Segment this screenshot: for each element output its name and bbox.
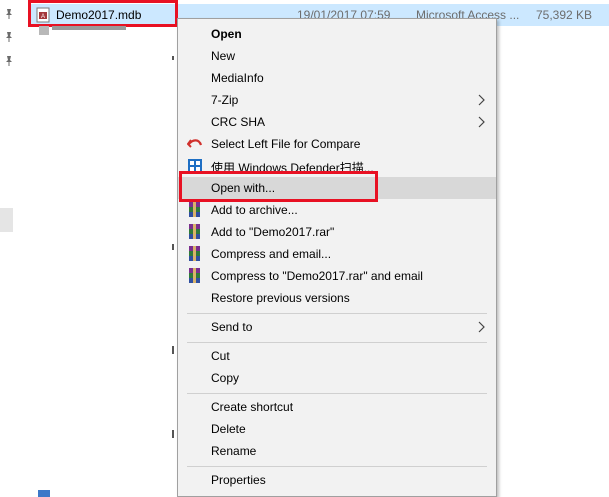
menu-item-label: Add to archive... xyxy=(211,203,298,217)
menu-item-add-to-rar[interactable]: Add to "Demo2017.rar" xyxy=(178,221,496,243)
file-icon xyxy=(39,26,49,35)
menu-item-select-left-compare[interactable]: Select Left File for Compare xyxy=(178,133,496,155)
pin-icon[interactable] xyxy=(4,8,14,20)
winrar-icon xyxy=(189,246,200,261)
menu-item-label: Copy xyxy=(211,371,240,385)
navigation-pane xyxy=(0,0,17,497)
menu-separator xyxy=(187,313,487,314)
list-fragment xyxy=(172,56,174,60)
menu-item-mediainfo[interactable]: MediaInfo xyxy=(178,67,496,89)
winrar-icon xyxy=(189,268,200,283)
menu-item-label: New xyxy=(211,49,236,63)
menu-separator xyxy=(187,342,487,343)
chevron-right-icon xyxy=(478,321,485,333)
menu-item-7zip[interactable]: 7-Zip xyxy=(178,89,496,111)
menu-separator xyxy=(187,393,487,394)
menu-item-label: Select Left File for Compare xyxy=(211,137,361,151)
menu-item-send-to[interactable]: Send to xyxy=(178,316,496,338)
menu-item-compress-rar-email[interactable]: Compress to "Demo2017.rar" and email xyxy=(178,265,496,287)
winrar-icon xyxy=(189,202,200,217)
pin-icon[interactable] xyxy=(4,55,14,67)
menu-item-new[interactable]: New xyxy=(178,45,496,67)
menu-item-crc-sha[interactable]: CRC SHA xyxy=(178,111,496,133)
menu-item-properties[interactable]: Properties xyxy=(178,469,496,491)
menu-item-add-to-archive[interactable]: Add to archive... xyxy=(178,199,496,221)
menu-item-label: Add to "Demo2017.rar" xyxy=(211,225,335,239)
chevron-right-icon xyxy=(478,94,485,106)
menu-item-cut[interactable]: Cut xyxy=(178,345,496,367)
menu-item-label: Send to xyxy=(211,320,253,334)
file-highlight-box xyxy=(28,0,178,27)
menu-item-label: CRC SHA xyxy=(211,115,266,129)
pin-icon[interactable] xyxy=(4,31,14,43)
menu-item-open[interactable]: Open xyxy=(178,23,496,45)
menu-item-label: Restore previous versions xyxy=(211,291,350,305)
menu-item-create-shortcut[interactable]: Create shortcut xyxy=(178,396,496,418)
file-row-obscured[interactable] xyxy=(52,26,126,30)
menu-item-rename[interactable]: Rename xyxy=(178,440,496,462)
menu-item-label: Compress and email... xyxy=(211,247,332,261)
undo-arrow-icon xyxy=(187,139,203,148)
list-fragment xyxy=(172,346,174,354)
menu-item-label: Compress to "Demo2017.rar" and email xyxy=(211,269,423,283)
menu-item-copy[interactable]: Copy xyxy=(178,367,496,389)
nav-selected-item[interactable] xyxy=(0,208,13,232)
list-fragment xyxy=(172,244,174,250)
menu-item-label: Open xyxy=(211,27,242,41)
list-fragment xyxy=(172,430,174,438)
menu-item-compress-email[interactable]: Compress and email... xyxy=(178,243,496,265)
winrar-icon xyxy=(189,224,200,239)
menu-item-label: Create shortcut xyxy=(211,400,294,414)
open-with-highlight-box xyxy=(179,171,378,202)
menu-item-label: Delete xyxy=(211,422,246,436)
menu-item-restore-versions[interactable]: Restore previous versions xyxy=(178,287,496,309)
context-menu: Open New MediaInfo 7-Zip CRC SHA Select … xyxy=(177,18,497,497)
menu-item-label: Rename xyxy=(211,444,257,458)
menu-separator xyxy=(187,466,487,467)
file-size: 75,392 KB xyxy=(536,8,593,22)
file-icon xyxy=(38,490,50,497)
menu-item-label: MediaInfo xyxy=(211,71,264,85)
menu-item-label: Cut xyxy=(211,349,230,363)
menu-item-label: Properties xyxy=(211,473,266,487)
chevron-right-icon xyxy=(478,116,485,128)
menu-item-delete[interactable]: Delete xyxy=(178,418,496,440)
menu-item-label: 7-Zip xyxy=(211,93,239,107)
